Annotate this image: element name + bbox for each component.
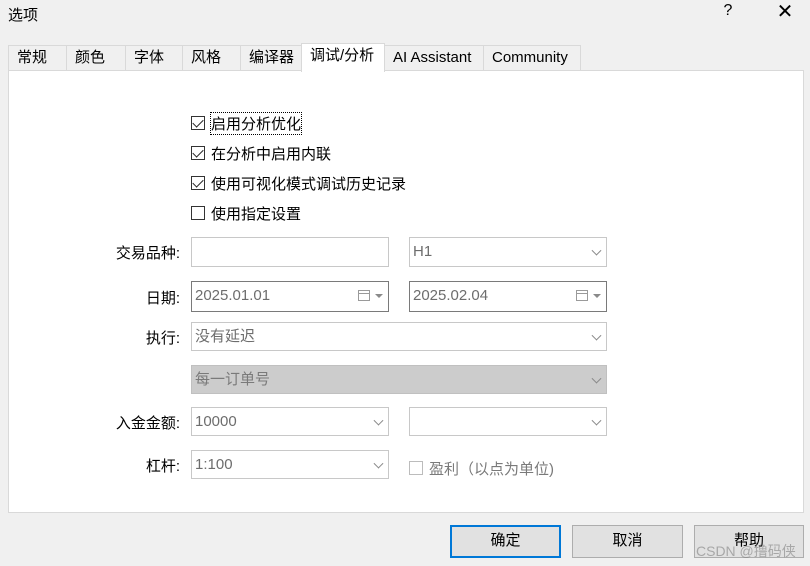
visual-history-label: 使用可视化模式调试历史记录 — [211, 175, 407, 193]
deposit-value: 10000 — [195, 413, 237, 430]
window-title: 选项 — [8, 7, 39, 24]
help-icon[interactable]: ? — [718, 2, 738, 24]
enable-profiling-option[interactable]: 启用分析优化 — [191, 111, 303, 135]
profit-in-pips-label: 盈利（以点为单位) — [429, 460, 554, 478]
tick-model-value: 每一订单号 — [195, 371, 271, 388]
dropdown-arrow-icon — [593, 294, 601, 298]
deposit-label: 入金金额: — [115, 415, 180, 432]
tab-style[interactable]: 风格 — [182, 45, 241, 71]
date-to-picker[interactable]: 2025.02.04 — [409, 281, 607, 312]
visual-history-checkbox[interactable] — [191, 176, 205, 190]
date-from-value: 2025.01.01 — [195, 287, 271, 304]
chevron-down-icon — [591, 373, 602, 384]
leverage-select[interactable]: 1:100 — [191, 450, 389, 479]
deposit-select[interactable]: 10000 — [191, 407, 389, 436]
leverage-label: 杠杆: — [145, 458, 180, 475]
chevron-down-icon — [591, 330, 602, 341]
execution-select[interactable]: 没有延迟 — [191, 322, 607, 351]
enable-inline-checkbox[interactable] — [191, 146, 205, 160]
tab-compiler[interactable]: 编译器 — [240, 45, 302, 71]
date-from-picker[interactable]: 2025.01.01 — [191, 281, 389, 312]
ok-button[interactable]: 确定 — [450, 525, 561, 558]
chevron-down-icon — [373, 458, 384, 469]
dropdown-arrow-icon — [375, 294, 383, 298]
chevron-down-icon — [591, 415, 602, 426]
date-to-value: 2025.02.04 — [413, 287, 489, 304]
cancel-button[interactable]: 取消 — [572, 525, 683, 558]
use-settings-checkbox[interactable] — [191, 206, 205, 220]
chevron-down-icon — [373, 415, 384, 426]
tab-ai-assistant[interactable]: AI Assistant — [384, 45, 484, 71]
currency-select[interactable] — [409, 407, 607, 436]
close-icon[interactable]: ✕ — [770, 0, 800, 26]
tab-debug-profile[interactable]: 调试/分析 — [301, 43, 385, 72]
profit-in-pips-checkbox[interactable] — [409, 461, 423, 475]
tab-general[interactable]: 常规 — [8, 45, 67, 71]
use-settings-option[interactable]: 使用指定设置 — [191, 202, 301, 224]
execution-value: 没有延迟 — [195, 328, 256, 345]
watermark: CSDN @撸码侠 — [696, 543, 796, 559]
execution-label: 执行: — [145, 330, 180, 347]
tick-model-select[interactable]: 每一订单号 — [191, 365, 607, 394]
date-label: 日期: — [145, 290, 180, 307]
tab-fonts[interactable]: 字体 — [125, 45, 183, 71]
chevron-down-icon — [591, 245, 602, 256]
visual-history-option[interactable]: 使用可视化模式调试历史记录 — [191, 172, 406, 194]
calendar-icon — [576, 290, 588, 301]
symbol-input[interactable] — [191, 237, 389, 267]
enable-profiling-checkbox[interactable] — [191, 116, 205, 130]
enable-inline-option[interactable]: 在分析中启用内联 — [191, 142, 331, 164]
calendar-icon — [358, 290, 370, 301]
timeframe-select[interactable]: H1 — [409, 237, 607, 267]
profit-in-pips-option[interactable]: 盈利（以点为单位) — [409, 457, 554, 479]
symbol-label: 交易品种: — [115, 245, 180, 262]
timeframe-value: H1 — [413, 243, 433, 260]
tab-colors[interactable]: 颜色 — [66, 45, 126, 71]
enable-inline-label: 在分析中启用内联 — [211, 145, 332, 163]
leverage-value: 1:100 — [195, 456, 233, 473]
tab-community[interactable]: Community — [483, 45, 581, 71]
tab-bar: 常规 颜色 字体 风格 编译器 调试/分析 AI Assistant Commu… — [8, 43, 608, 72]
enable-profiling-label: 启用分析优化 — [209, 111, 303, 135]
use-settings-label: 使用指定设置 — [211, 205, 302, 223]
